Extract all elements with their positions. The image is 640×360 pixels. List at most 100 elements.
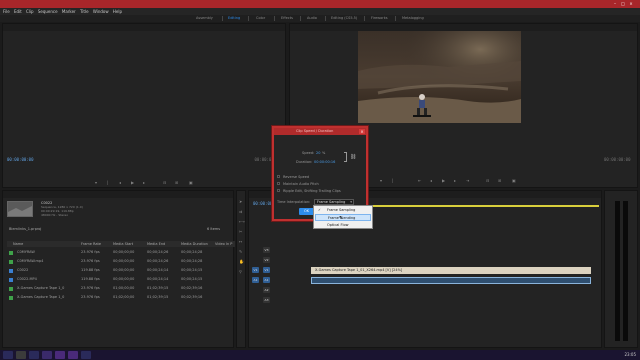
workspace-metalogging[interactable]: Metalogging bbox=[402, 16, 424, 20]
track-a1[interactable]: A1 bbox=[263, 277, 270, 283]
menu-marker[interactable]: Marker bbox=[62, 9, 76, 14]
media-encoder-icon[interactable] bbox=[68, 351, 78, 359]
program-extract-icon[interactable]: ⊞ bbox=[498, 178, 501, 183]
program-play-icon[interactable]: ▶ bbox=[442, 178, 445, 183]
track-v1[interactable]: V1 bbox=[263, 267, 270, 273]
dialog-close-icon[interactable]: × bbox=[359, 129, 365, 134]
program-export-frame-icon[interactable]: ▣ bbox=[512, 178, 516, 183]
clip-label-color-chip bbox=[9, 296, 13, 300]
mouse-cursor-icon: ↖ bbox=[339, 215, 344, 221]
track-a2[interactable]: A2 bbox=[263, 287, 270, 293]
col-video-in[interactable]: Video In P bbox=[215, 242, 232, 246]
program-lift-icon[interactable]: ⊟ bbox=[486, 178, 489, 183]
track-select-tool-icon[interactable]: ⇉ bbox=[239, 209, 242, 214]
audio-clip[interactable] bbox=[311, 277, 591, 284]
selection-tool-icon[interactable]: ➤ bbox=[239, 199, 242, 204]
source-mark-in-icon[interactable]: ▾ bbox=[95, 180, 97, 185]
menu-sequence[interactable]: Sequence bbox=[38, 9, 58, 14]
menu-edit[interactable]: Edit bbox=[14, 9, 22, 14]
row-end: 00;00;24;14 bbox=[147, 268, 169, 272]
track-a3[interactable]: A3 bbox=[263, 297, 270, 303]
row-start: 01;02;00;00 bbox=[113, 295, 135, 299]
link-bracket bbox=[344, 152, 347, 162]
program-step-back-icon[interactable]: ◂ bbox=[430, 178, 432, 183]
source-overwrite-icon[interactable]: ⊞ bbox=[175, 180, 178, 185]
col-name[interactable]: Name bbox=[13, 242, 23, 246]
row-end: 00;00;24;26 bbox=[147, 250, 169, 254]
menu-help[interactable]: Help bbox=[113, 9, 122, 14]
file-explorer-icon[interactable] bbox=[16, 351, 26, 359]
slip-tool-icon[interactable]: ↔ bbox=[239, 239, 242, 244]
program-mark-out-icon[interactable]: | bbox=[392, 178, 393, 183]
link-chain-icon[interactable]: ⛓ bbox=[350, 154, 356, 160]
title-bar: – □ × bbox=[0, 0, 640, 8]
workspace-fireworks[interactable]: Fireworks bbox=[371, 16, 388, 20]
col-media-start[interactable]: Media Start bbox=[113, 242, 133, 246]
maximize-icon[interactable]: □ bbox=[620, 1, 626, 6]
premiere-icon[interactable] bbox=[55, 351, 65, 359]
project-row[interactable]: X-Games Capture Tape 1_0 23.976 fps 01;02;… bbox=[7, 294, 235, 302]
program-go-out-icon[interactable]: ⇥ bbox=[466, 178, 469, 183]
track-v3[interactable]: V3 bbox=[263, 247, 270, 253]
source-play-icon[interactable]: ▶ bbox=[131, 180, 134, 185]
project-row[interactable]: X-Games Capture Tape 1_0 23.976 fps 01;00;… bbox=[7, 285, 235, 293]
col-media-duration[interactable]: Media Duration bbox=[181, 242, 208, 246]
workspace-audio[interactable]: Audio bbox=[307, 16, 317, 20]
source-patch-a1[interactable]: A1 bbox=[252, 277, 259, 283]
program-go-in-icon[interactable]: ⇤ bbox=[418, 178, 421, 183]
pen-tool-icon[interactable]: ✎ bbox=[239, 249, 242, 254]
start-icon[interactable] bbox=[3, 351, 13, 359]
workspace-color[interactable]: Color bbox=[256, 16, 265, 20]
maintain-pitch-checkbox[interactable] bbox=[277, 182, 280, 185]
speed-value[interactable]: 20 bbox=[316, 151, 320, 155]
razor-tool-icon[interactable]: ✂ bbox=[239, 229, 242, 234]
duration-value[interactable]: 00:00:00:16 bbox=[314, 160, 335, 164]
row-rate: 119.88 fps bbox=[81, 277, 100, 281]
project-row[interactable]: C0MYRAW.mp4 23.976 fps 00;00;00;00 00;00;24… bbox=[7, 258, 235, 266]
project-item-count: 6 Items bbox=[207, 227, 221, 231]
source-step-fwd-icon[interactable]: ▸ bbox=[143, 180, 145, 185]
workspace-assembly[interactable]: Assembly bbox=[196, 16, 213, 20]
zoom-tool-icon[interactable]: ⚲ bbox=[239, 269, 242, 274]
col-media-end[interactable]: Media End bbox=[147, 242, 165, 246]
app-icon-2[interactable] bbox=[42, 351, 52, 359]
menu-file[interactable]: File bbox=[3, 9, 10, 14]
workspace-editing-cs55[interactable]: Editing (CS5.5) bbox=[331, 16, 357, 20]
menu-clip[interactable]: Clip bbox=[26, 9, 34, 14]
option-optical-flow[interactable]: Optical Flow bbox=[315, 222, 371, 229]
clip-label-color-chip bbox=[9, 278, 13, 282]
ripple-tool-icon[interactable]: ⟷ bbox=[239, 219, 245, 224]
close-icon[interactable]: × bbox=[628, 1, 634, 6]
workspace-editing[interactable]: Editing bbox=[228, 16, 240, 20]
minimize-icon[interactable]: – bbox=[612, 1, 618, 6]
source-mark-out-icon[interactable]: | bbox=[107, 180, 108, 185]
audio-meters-panel bbox=[604, 190, 638, 348]
taskbar-clock: 23:05 bbox=[624, 352, 636, 357]
source-patch-v1[interactable]: V1 bbox=[252, 267, 259, 273]
source-export-frame-icon[interactable]: ▣ bbox=[189, 180, 193, 185]
app-icon-1[interactable] bbox=[29, 351, 39, 359]
workspace-effects[interactable]: Effects bbox=[281, 16, 293, 20]
menu-title[interactable]: Title bbox=[80, 9, 89, 14]
row-start: 00;00;00;00 bbox=[113, 250, 135, 254]
program-mark-in-icon[interactable]: ▾ bbox=[380, 178, 382, 183]
tools-panel: ➤ ⇉ ⟷ ✂ ↔ ✎ ✋ ⚲ bbox=[236, 190, 246, 348]
app-icon-3[interactable] bbox=[81, 351, 91, 359]
reverse-speed-checkbox[interactable] bbox=[277, 175, 280, 178]
ripple-edit-checkbox[interactable] bbox=[277, 189, 280, 192]
program-step-fwd-icon[interactable]: ▸ bbox=[454, 178, 456, 183]
video-clip[interactable]: X-Games Capture Tape 1_01_X264.mp4 [V] [… bbox=[311, 267, 591, 274]
project-row[interactable]: C0022.MP4 119.88 fps 00;00;00;00 00;00;24;1… bbox=[7, 276, 235, 284]
project-row[interactable]: C0022 119.88 fps 00;00;00;00 00;00;24;14 00;… bbox=[7, 267, 235, 275]
project-row[interactable]: C0MYRAW 23.976 fps 00;00;00;00 00;00;24;26 0… bbox=[7, 249, 235, 257]
row-end: 01;02;39;15 bbox=[147, 295, 169, 299]
menu-window[interactable]: Window bbox=[93, 9, 109, 14]
col-frame-rate[interactable]: Frame Rate bbox=[81, 242, 101, 246]
source-step-back-icon[interactable]: ◂ bbox=[119, 180, 121, 185]
source-insert-icon[interactable]: ⊟ bbox=[163, 180, 166, 185]
hand-tool-icon[interactable]: ✋ bbox=[239, 259, 244, 264]
option-frame-sampling[interactable]: ✓ Frame Sampling bbox=[315, 207, 371, 214]
project-column-header: Name Frame Rate Media Start Media End Me… bbox=[7, 241, 235, 247]
row-rate: 23.976 fps bbox=[81, 286, 100, 290]
track-v2[interactable]: V2 bbox=[263, 257, 270, 263]
